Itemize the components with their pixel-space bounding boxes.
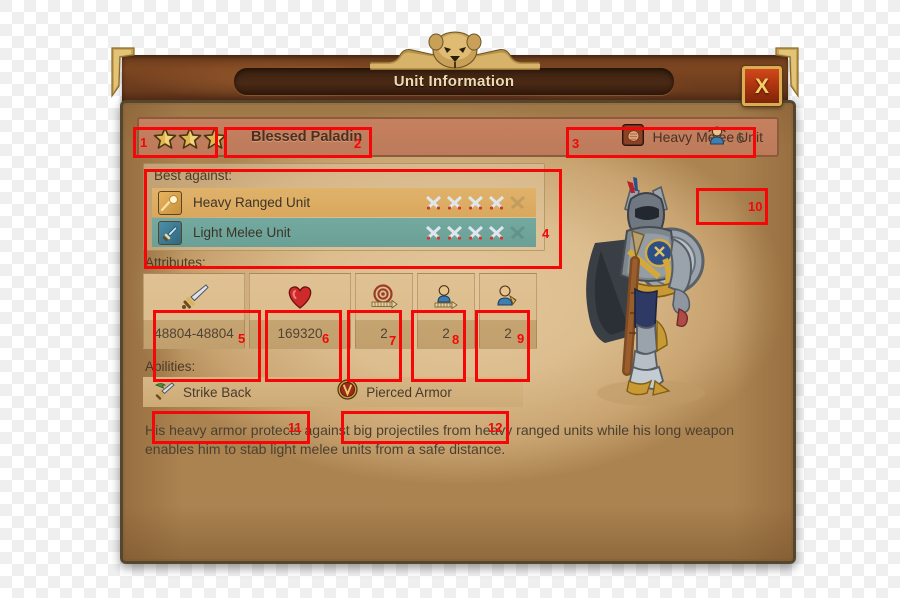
annotation-number-8: 8 — [452, 332, 460, 347]
heart-health-icon — [285, 274, 315, 320]
annotation-number-7: 7 — [389, 333, 397, 348]
best-against-label: Light Melee Unit — [193, 225, 291, 240]
attribute-vision: 2 — [479, 273, 537, 349]
annotation-number-9: 9 — [517, 331, 525, 346]
abilities-title: Abilities: — [145, 359, 196, 374]
gold-corner-ornament-left — [110, 46, 136, 98]
sword-strike-back-icon — [153, 380, 175, 405]
crossed-swords-icon — [488, 195, 505, 210]
sword-light-melee-icon — [158, 220, 182, 245]
annotation-number-3: 3 — [572, 136, 580, 151]
annotation-number-12: 12 — [488, 420, 503, 435]
cannonball-heavy-ranged-icon — [158, 190, 182, 215]
capacity-badge: 6 — [706, 125, 744, 152]
attribute-health: 169320 — [249, 273, 351, 349]
unit-name: Blessed Paladin — [251, 129, 363, 145]
crossed-swords-icon — [488, 225, 505, 240]
shield-pierced-armor-icon — [337, 379, 358, 405]
star-icon — [178, 126, 202, 149]
best-against-box: Best against: Heavy Ranged Unit Light Me… — [143, 163, 545, 251]
best-against-title: Best against: — [154, 168, 233, 183]
unit-capacity-icon — [706, 125, 728, 152]
window-title: Unit Information — [393, 73, 515, 90]
annotation-number-2: 2 — [354, 136, 362, 151]
crossed-swords-icon-empty — [509, 225, 526, 240]
annotation-number-11: 11 — [288, 420, 302, 435]
annotation-number-5: 5 — [238, 331, 246, 346]
attributes-strip: 48804-48804 169320 2 2 2 — [143, 273, 537, 349]
ability-label: Strike Back — [183, 384, 252, 400]
crossed-swords-icon — [425, 195, 442, 210]
ability-strike-back[interactable]: Strike Back — [143, 377, 261, 407]
attribute-range: 2 — [355, 273, 413, 349]
unit-description: His heavy armor protects against big pro… — [145, 422, 735, 457]
unit-header-row: Blessed Paladin Heavy Melee Unit — [137, 117, 779, 157]
lion-head-crest-icon — [369, 28, 541, 75]
crossed-swords-icon — [446, 225, 463, 240]
annotation-number-10: 10 — [748, 199, 763, 214]
crossed-swords-icon — [446, 195, 463, 210]
best-against-label: Heavy Ranged Unit — [193, 195, 311, 210]
rating-heavy-ranged — [425, 194, 526, 211]
best-against-row-light-melee[interactable]: Light Melee Unit — [152, 218, 536, 247]
unit-speed-icon — [431, 274, 461, 320]
crossed-swords-icon — [467, 225, 484, 240]
attribute-range-value: 2 — [380, 326, 388, 341]
annotation-number-4: 4 — [542, 226, 550, 241]
best-against-row-heavy-ranged[interactable]: Heavy Ranged Unit — [152, 188, 536, 217]
ability-pierced-armor[interactable]: Pierced Armor — [327, 377, 462, 407]
fist-heavy-melee-icon — [621, 123, 644, 151]
screenshot-stage: Unit Information X Blessed Paladin Heavy… — [0, 0, 900, 598]
crossed-swords-icon — [467, 195, 484, 210]
close-button[interactable]: X — [742, 66, 782, 106]
close-x-icon: X — [754, 74, 769, 98]
attribute-health-value: 169320 — [277, 326, 323, 341]
attribute-attack-value: 48804-48804 — [154, 326, 234, 341]
target-range-icon — [369, 274, 399, 320]
capacity-value: 6 — [736, 130, 745, 147]
star-icon — [203, 126, 227, 149]
rating-light-melee — [425, 224, 526, 241]
unit-information-window: Unit Information X Blessed Paladin Heavy… — [110, 28, 800, 564]
abilities-strip: Strike Back Pierced Armor — [143, 377, 523, 407]
crossed-swords-icon-empty — [509, 195, 526, 210]
ability-label: Pierced Armor — [366, 384, 452, 400]
annotation-number-1: 1 — [140, 135, 148, 150]
star-icon — [153, 126, 177, 149]
attribute-speed-value: 2 — [442, 326, 450, 341]
attribute-vision-value: 2 — [504, 326, 512, 341]
annotation-number-6: 6 — [322, 331, 330, 346]
crossed-swords-icon — [425, 225, 442, 240]
attribute-attack: 48804-48804 — [143, 273, 245, 349]
attribute-speed: 2 — [417, 273, 475, 349]
star-rating — [153, 126, 227, 149]
sword-attack-icon — [177, 274, 211, 320]
attributes-title: Attributes: — [145, 255, 206, 270]
paladin-knight-portrait — [543, 165, 743, 415]
unit-vision-icon — [493, 274, 523, 320]
